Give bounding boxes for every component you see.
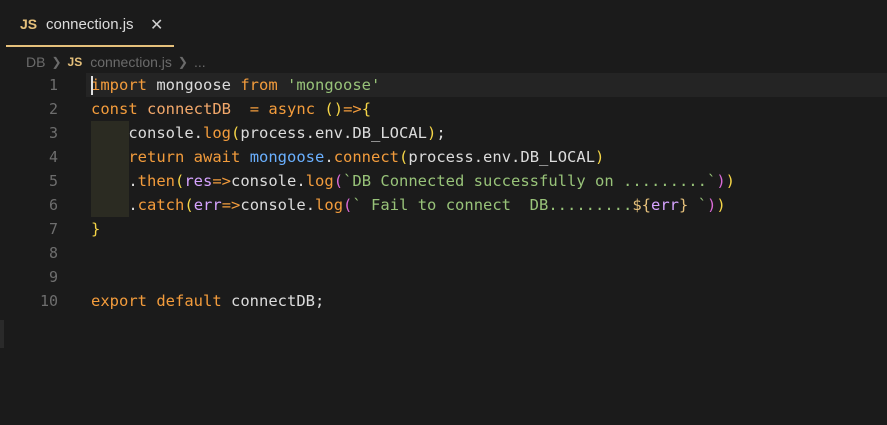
- line-number: 1: [48, 76, 58, 94]
- line-number: 5: [48, 172, 58, 190]
- line-number: 8: [48, 244, 58, 262]
- text-cursor: [91, 76, 93, 95]
- line-number: 2: [48, 100, 58, 118]
- line-number: 10: [39, 292, 58, 310]
- code-text[interactable]: }: [91, 217, 100, 241]
- breadcrumb-file[interactable]: connection.js: [90, 54, 172, 70]
- code-text[interactable]: .catch(err=>console.log(` Fail to connec…: [91, 193, 725, 217]
- close-icon[interactable]: ✕: [150, 15, 163, 34]
- line-number: 9: [48, 268, 58, 286]
- code-text[interactable]: .then(res=>console.log(`DB Connected suc…: [91, 169, 735, 193]
- javascript-file-icon: JS: [20, 16, 38, 32]
- code-text[interactable]: import mongoose from 'mongoose': [91, 73, 380, 97]
- scroll-marker: [0, 320, 4, 348]
- code-text[interactable]: export default connectDB;: [91, 289, 324, 313]
- code-text[interactable]: const connectDB = async ()=>{: [91, 97, 371, 121]
- editor-tab-bar: JS connection.js ✕: [0, 0, 887, 48]
- line-number: 3: [48, 124, 58, 142]
- tab-label: connection.js: [46, 16, 134, 33]
- chevron-right-icon: ❯: [177, 55, 188, 69]
- tab-connection-js[interactable]: JS connection.js ✕: [6, 4, 174, 47]
- breadcrumb: DB ❯ JS connection.js ❯ ...: [26, 52, 206, 72]
- line-number: 4: [48, 148, 58, 166]
- code-text[interactable]: return await mongoose.connect(process.en…: [91, 145, 604, 169]
- code-text[interactable]: console.log(process.env.DB_LOCAL);: [91, 121, 445, 145]
- javascript-file-icon: JS: [67, 55, 83, 69]
- breadcrumb-folder[interactable]: DB: [26, 54, 45, 70]
- line-number: 7: [48, 220, 58, 238]
- line-number: 6: [48, 196, 58, 214]
- chevron-right-icon: ❯: [51, 55, 62, 69]
- breadcrumb-more[interactable]: ...: [194, 54, 206, 70]
